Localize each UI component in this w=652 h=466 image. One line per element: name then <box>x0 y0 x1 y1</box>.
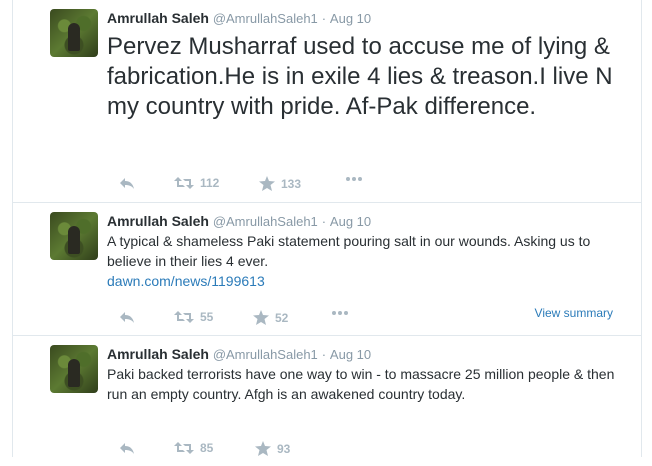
reply-icon <box>120 178 134 189</box>
separator-dot: · <box>321 214 327 229</box>
avatar[interactable] <box>50 9 98 57</box>
separator-dot: · <box>321 11 327 26</box>
tweet-header: Amrullah Saleh @AmrullahSaleh1 · Aug 10 <box>107 212 371 231</box>
author-handle[interactable]: @AmrullahSaleh1 <box>213 347 318 362</box>
author-handle[interactable]: @AmrullahSaleh1 <box>213 11 318 26</box>
favorite-count: 93 <box>277 441 291 456</box>
separator-dot: · <box>321 347 327 362</box>
tweet-text: Pervez Musharraf used to accuse me of ly… <box>107 33 613 120</box>
author-name[interactable]: Amrullah Saleh <box>107 10 209 26</box>
view-summary-link[interactable]: View summary <box>535 306 613 320</box>
more-button[interactable] <box>331 310 349 316</box>
timeline: Amrullah Saleh @AmrullahSaleh1 · Aug 10 … <box>12 0 642 466</box>
retweet-icon <box>174 177 194 189</box>
tweet-date[interactable]: Aug 10 <box>330 214 371 229</box>
author-handle[interactable]: @AmrullahSaleh1 <box>213 214 318 229</box>
retweet-count: 112 <box>200 176 220 190</box>
favorite-count: 52 <box>275 310 289 325</box>
tweet-link[interactable]: dawn.com/news/1199613 <box>107 273 265 289</box>
more-dots-icon <box>332 311 348 315</box>
tweet-actions: 112 133 <box>107 176 407 194</box>
favorite-count: 133 <box>281 176 302 191</box>
more-button[interactable] <box>345 176 363 182</box>
favorite-button[interactable]: 52 <box>253 310 288 325</box>
tweet-actions: 55 52 <box>107 310 407 328</box>
tweet-text: Paki backed terrorists have one way to w… <box>107 366 615 402</box>
favorite-button[interactable]: 133 <box>259 176 301 191</box>
tweet-text-content: A typical & shameless Paki statement pou… <box>107 233 591 269</box>
author-name[interactable]: Amrullah Saleh <box>107 346 209 362</box>
tweet-text: A typical & shameless Paki statement pou… <box>107 231 627 291</box>
favorite-star-icon <box>253 310 269 325</box>
avatar[interactable] <box>50 212 98 260</box>
retweet-button[interactable]: 112 <box>174 176 219 190</box>
tweet-card[interactable]: Amrullah Saleh @AmrullahSaleh1 · Aug 10 … <box>13 0 641 203</box>
favorite-star-icon <box>259 176 275 191</box>
more-dots-icon <box>346 177 362 181</box>
reply-button[interactable] <box>119 176 135 190</box>
reply-icon <box>120 312 134 323</box>
favorite-button[interactable]: 93 <box>255 441 290 456</box>
retweet-count: 55 <box>200 310 214 324</box>
avatar[interactable] <box>50 345 98 393</box>
tweet-header: Amrullah Saleh @AmrullahSaleh1 · Aug 10 <box>107 9 371 28</box>
reply-button[interactable] <box>119 310 135 324</box>
reply-icon <box>120 443 134 454</box>
favorite-star-icon <box>255 441 271 456</box>
tweet-header: Amrullah Saleh @AmrullahSaleh1 · Aug 10 <box>107 345 371 364</box>
retweet-icon <box>174 442 194 454</box>
retweet-count: 85 <box>200 441 214 455</box>
author-name[interactable]: Amrullah Saleh <box>107 213 209 229</box>
tweet-card[interactable]: Amrullah Saleh @AmrullahSaleh1 · Aug 10 … <box>13 336 641 466</box>
tweet-actions: 85 93 <box>107 441 407 459</box>
retweet-button[interactable]: 55 <box>174 310 213 324</box>
tweet-card[interactable]: Amrullah Saleh @AmrullahSaleh1 · Aug 10 … <box>13 203 641 336</box>
retweet-button[interactable]: 85 <box>174 441 213 455</box>
tweet-date[interactable]: Aug 10 <box>330 347 371 362</box>
tweet-date[interactable]: Aug 10 <box>330 11 371 26</box>
retweet-icon <box>174 311 194 323</box>
reply-button[interactable] <box>119 441 135 455</box>
